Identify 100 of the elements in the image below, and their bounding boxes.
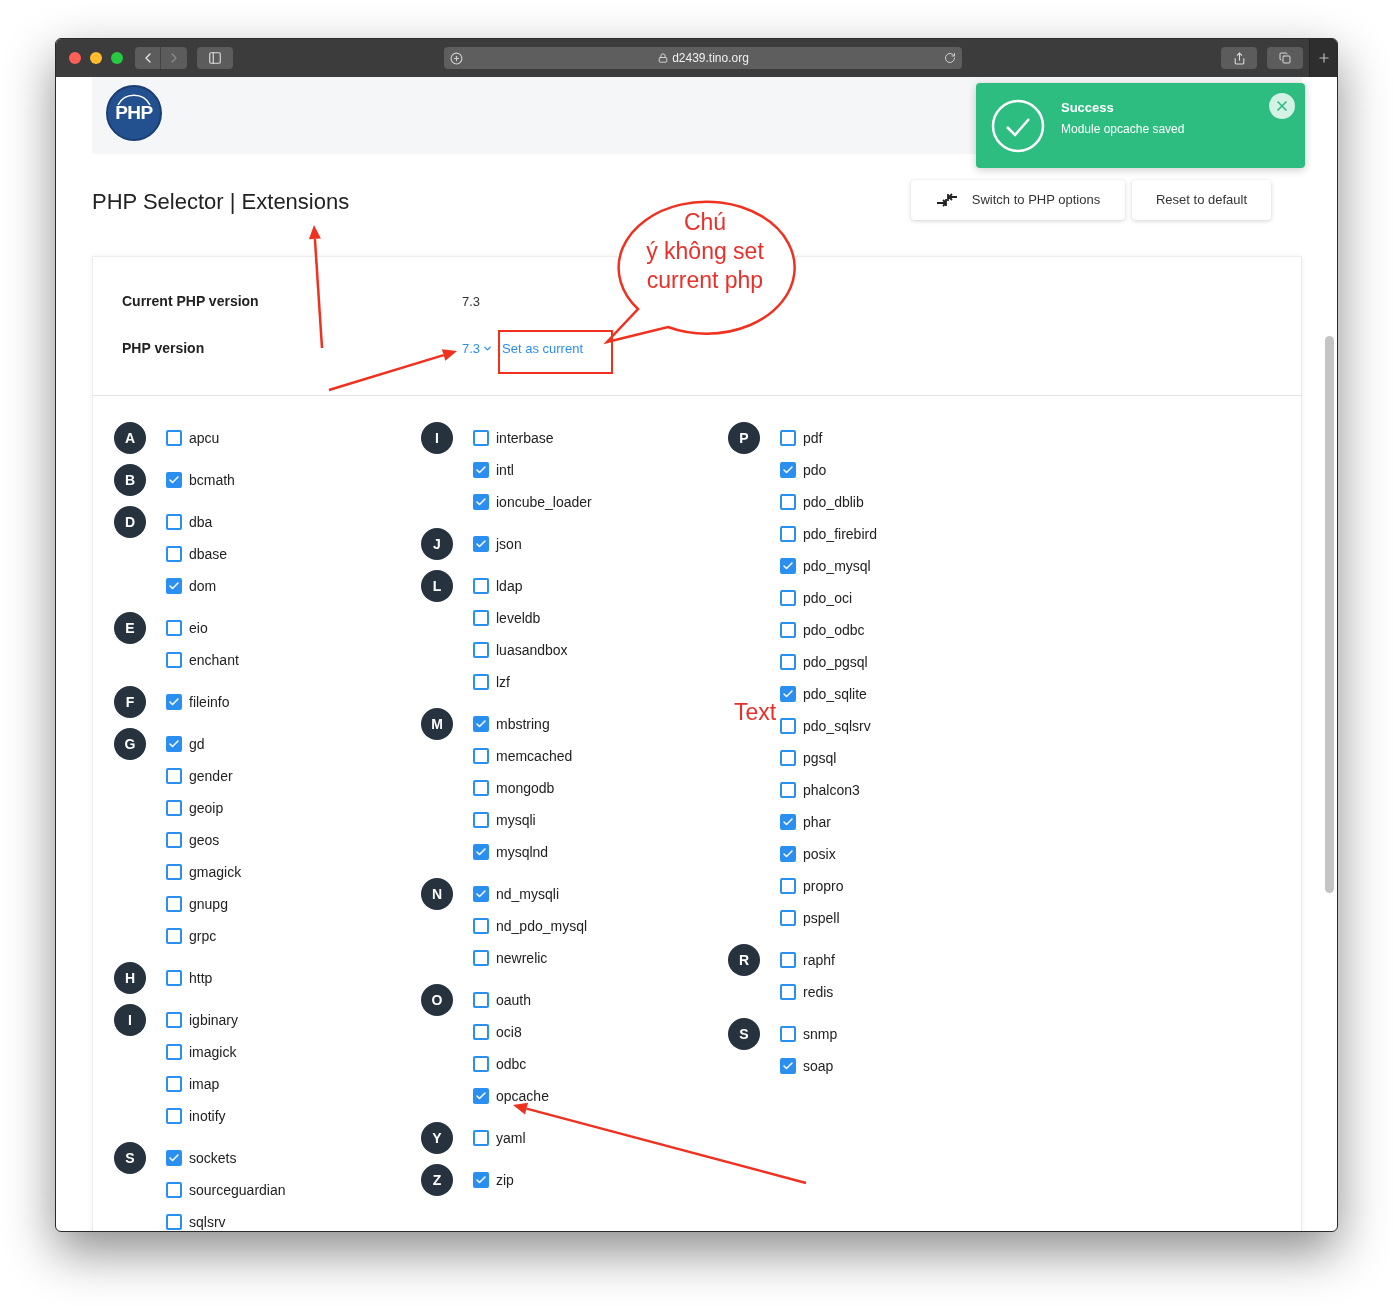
extension-label: fileinfo (189, 695, 230, 709)
checkbox[interactable] (473, 536, 489, 552)
checkbox[interactable] (473, 1172, 489, 1188)
extension-label: gnupg (189, 897, 228, 911)
checkbox[interactable] (166, 1076, 182, 1092)
checkbox[interactable] (166, 430, 182, 446)
extension-label: igbinary (189, 1013, 239, 1027)
checkbox[interactable] (473, 918, 489, 934)
zoom-window-icon[interactable] (111, 52, 123, 64)
checkbox[interactable] (473, 674, 489, 690)
extension-label: sockets (189, 1151, 237, 1165)
letter-badge: Z (421, 1164, 453, 1196)
checkbox[interactable] (780, 952, 796, 968)
add-icon[interactable] (450, 51, 463, 65)
checkbox[interactable] (166, 1182, 182, 1198)
checkbox[interactable] (780, 984, 796, 1000)
extension-label: enchant (189, 653, 239, 667)
checkbox[interactable] (780, 878, 796, 894)
set-current-link[interactable]: Set as current (502, 338, 583, 359)
checkbox[interactable] (780, 782, 796, 798)
minimize-window-icon[interactable] (90, 52, 102, 64)
checkbox[interactable] (473, 812, 489, 828)
checkbox[interactable] (780, 654, 796, 670)
checkbox[interactable] (166, 768, 182, 784)
reset-button[interactable]: Reset to default (1132, 180, 1271, 220)
extension-label: http (189, 971, 213, 985)
sidebar-icon (208, 51, 222, 65)
extension-label: nd_pdo_mysql (496, 919, 588, 933)
switch-options-button[interactable]: Switch to PHP options (911, 180, 1125, 220)
checkbox[interactable] (166, 1150, 182, 1166)
checkbox[interactable] (166, 800, 182, 816)
checkbox[interactable] (780, 718, 796, 734)
checkbox[interactable] (780, 1026, 796, 1042)
checkbox[interactable] (780, 910, 796, 926)
extension-label: leveldb (496, 611, 541, 625)
extension-label: memcached (496, 749, 573, 763)
extension-label: yaml (496, 1131, 526, 1145)
checkbox[interactable] (473, 1088, 489, 1104)
close-window-icon[interactable] (69, 52, 81, 64)
tabs-icon (1279, 52, 1291, 64)
extension-label: interbase (496, 431, 554, 445)
checkbox[interactable] (473, 642, 489, 658)
checkbox[interactable] (473, 780, 489, 796)
checkbox[interactable] (166, 620, 182, 636)
checkbox[interactable] (473, 844, 489, 860)
scrollbar-thumb[interactable] (1325, 336, 1334, 893)
checkbox[interactable] (166, 1214, 182, 1230)
checkbox[interactable] (166, 546, 182, 562)
checkbox[interactable] (166, 472, 182, 488)
checkbox[interactable] (166, 832, 182, 848)
callout-text: current php (646, 266, 764, 295)
checkbox[interactable] (780, 494, 796, 510)
checkbox[interactable] (473, 992, 489, 1008)
checkbox[interactable] (473, 1056, 489, 1072)
checkbox[interactable] (166, 514, 182, 530)
checkbox[interactable] (166, 736, 182, 752)
checkbox[interactable] (166, 896, 182, 912)
checkbox[interactable] (166, 864, 182, 880)
checkbox[interactable] (473, 716, 489, 732)
checkbox[interactable] (780, 558, 796, 574)
sidebar-button[interactable] (197, 47, 233, 69)
checkbox[interactable] (473, 1130, 489, 1146)
letter-badge: Y (421, 1122, 453, 1154)
share-button[interactable] (1221, 47, 1257, 69)
checkbox[interactable] (473, 950, 489, 966)
tabs-button[interactable] (1267, 47, 1303, 69)
version-dropdown[interactable]: 7.3 (462, 338, 494, 359)
letter-badge: S (728, 1018, 760, 1050)
checkbox[interactable] (780, 750, 796, 766)
checkbox[interactable] (166, 1044, 182, 1060)
checkbox[interactable] (780, 1058, 796, 1074)
checkbox[interactable] (780, 526, 796, 542)
checkbox[interactable] (780, 430, 796, 446)
checkbox[interactable] (780, 590, 796, 606)
checkbox[interactable] (473, 1024, 489, 1040)
checkbox[interactable] (473, 494, 489, 510)
checkbox[interactable] (473, 462, 489, 478)
checkbox[interactable] (780, 846, 796, 862)
address-bar[interactable]: d2439.tino.org (444, 47, 962, 69)
checkbox[interactable] (166, 1108, 182, 1124)
checkbox[interactable] (166, 652, 182, 668)
checkbox[interactable] (780, 462, 796, 478)
checkbox[interactable] (780, 814, 796, 830)
checkbox[interactable] (780, 622, 796, 638)
checkbox[interactable] (166, 970, 182, 986)
checkbox[interactable] (166, 1012, 182, 1028)
letter-badge: P (728, 422, 760, 454)
checkbox[interactable] (473, 430, 489, 446)
checkbox[interactable] (166, 928, 182, 944)
checkbox[interactable] (780, 686, 796, 702)
reload-icon[interactable] (944, 52, 956, 64)
close-button[interactable] (1269, 93, 1295, 119)
checkbox[interactable] (473, 748, 489, 764)
checkbox[interactable] (473, 578, 489, 594)
checkbox[interactable] (473, 610, 489, 626)
check-icon (782, 560, 794, 572)
checkbox[interactable] (166, 578, 182, 594)
checkbox[interactable] (473, 886, 489, 902)
checkbox[interactable] (166, 694, 182, 710)
new-tab-button[interactable] (1309, 39, 1337, 77)
